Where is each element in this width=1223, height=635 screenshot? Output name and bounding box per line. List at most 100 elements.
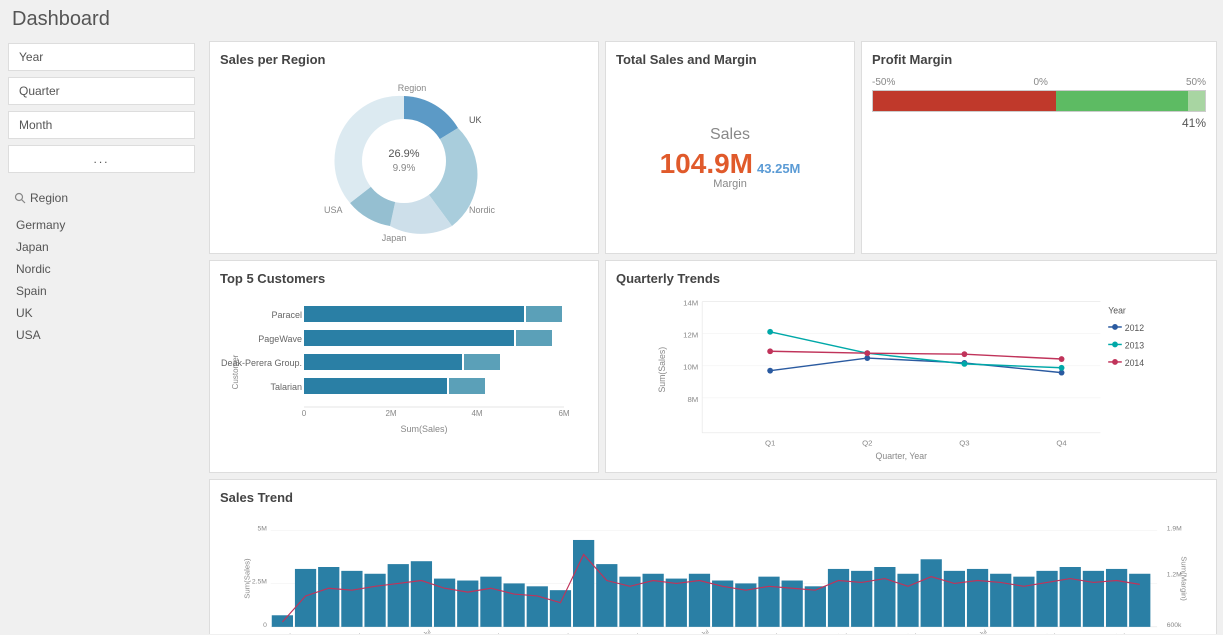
svg-text:5M: 5M (258, 525, 268, 532)
region-list: Germany Japan Nordic Spain UK USA (8, 215, 195, 345)
svg-text:6M: 6M (558, 409, 569, 418)
margin-label: Margin (713, 178, 747, 190)
profit-margin-card: Profit Margin -50% 0% 50% 41% (861, 41, 1217, 254)
dashboard-title: Dashboard (0, 0, 1223, 35)
profit-margin-title: Profit Margin (872, 52, 1206, 67)
top5-customers-card: Top 5 Customers Customer Paracel PageWav (209, 260, 599, 473)
svg-text:8M: 8M (687, 395, 698, 404)
svg-text:2.5M: 2.5M (252, 578, 267, 585)
bar-chart-svg: Customer Paracel PageWave Deak-Per (220, 292, 588, 452)
svg-text:Year: Year (1108, 305, 1126, 315)
profit-percent: 41% (872, 116, 1206, 130)
svg-text:Q2: Q2 (862, 438, 872, 447)
scale-0: 0% (1033, 77, 1047, 88)
total-sales-title: Total Sales and Margin (616, 52, 844, 67)
svg-text:2014-Jul: 2014-Jul (966, 629, 988, 634)
svg-text:Sum(Sales): Sum(Sales) (400, 424, 447, 434)
svg-text:14M: 14M (683, 299, 698, 308)
svg-text:Deak-Perera Group.: Deak-Perera Group. (221, 358, 302, 368)
more-filters[interactable]: ... (8, 145, 195, 173)
svg-text:Sum(Sales): Sum(Sales) (243, 558, 252, 599)
content-area: Sales per Region (203, 35, 1223, 634)
region-spain[interactable]: Spain (8, 281, 195, 301)
svg-text:2014-...: 2014-... (1037, 630, 1057, 634)
bottom-row: Sales Trend 5M 2.5M 0 Sum(Sales) 1.9M 1.… (209, 479, 1217, 634)
svg-text:Q1: Q1 (765, 438, 775, 447)
svg-text:4M: 4M (471, 409, 482, 418)
svg-text:26.9%: 26.9% (388, 148, 419, 160)
search-icon (14, 192, 26, 204)
margin-value: 43.25M (757, 161, 800, 176)
month-filter[interactable]: Month (8, 111, 195, 139)
region-section: Region Germany Japan Nordic Spain UK USA (8, 187, 195, 345)
region-nordic[interactable]: Nordic (8, 259, 195, 279)
svg-text:2013-...: 2013-... (619, 630, 639, 634)
svg-text:Q4: Q4 (1056, 438, 1067, 447)
profit-bar-light (1188, 91, 1205, 111)
quarterly-title: Quarterly Trends (616, 271, 1206, 286)
svg-text:Nordic: Nordic (469, 205, 496, 215)
svg-text:Q3: Q3 (959, 438, 969, 447)
svg-text:1.9M: 1.9M (1167, 525, 1182, 532)
svg-text:2014-...: 2014-... (898, 630, 918, 634)
region-germany[interactable]: Germany (8, 215, 195, 235)
svg-text:0: 0 (263, 622, 267, 629)
trend-svg: 5M 2.5M 0 Sum(Sales) 1.9M 1.2M 600k Sum(… (220, 511, 1206, 634)
svg-text:600k: 600k (1167, 622, 1182, 629)
year-filter[interactable]: Year (8, 43, 195, 71)
svg-text:2012-...: 2012-... (341, 630, 361, 634)
top-row: Sales per Region (209, 41, 1217, 254)
sales-trend-card: Sales Trend 5M 2.5M 0 Sum(Sales) 1.9M 1.… (209, 479, 1217, 634)
region-japan[interactable]: Japan (8, 237, 195, 257)
bar-chart-area: Customer Paracel PageWave Deak-Per (220, 292, 588, 452)
sales-per-region-card: Sales per Region (209, 41, 599, 254)
profit-bar-green (1056, 91, 1189, 111)
region-search[interactable]: Region (8, 187, 195, 209)
svg-text:Japan: Japan (382, 233, 407, 243)
sidebar: Year Quarter Month ... Region Germany Ja… (0, 35, 203, 634)
svg-text:12M: 12M (683, 331, 698, 340)
svg-text:2012-...: 2012-... (480, 630, 500, 634)
scale-pos50: 50% (1186, 77, 1206, 88)
quarterly-trends-card: Quarterly Trends 14M 12M 10M (605, 260, 1217, 473)
svg-text:UK: UK (469, 115, 482, 125)
profit-bar-scale: -50% 0% 50% (872, 77, 1206, 88)
svg-text:2013-...: 2013-... (759, 630, 779, 634)
sales-region-title: Sales per Region (220, 52, 588, 67)
svg-text:2014-...: 2014-... (1106, 630, 1126, 634)
quarterly-svg: 14M 12M 10M 8M Q1 Q2 Q3 Q4 Quarter, Year… (616, 292, 1206, 462)
total-sales-card: Total Sales and Margin Sales 104.9M 43.2… (605, 41, 855, 254)
scale-neg50: -50% (872, 77, 895, 88)
total-sales-content: Sales 104.9M 43.25M Margin (616, 73, 844, 243)
sales-values: 104.9M 43.25M (660, 148, 801, 180)
sales-value: 104.9M (660, 148, 753, 180)
donut-chart: 26.9% 9.9% Region UK Nordic Japan USA (220, 73, 588, 243)
svg-text:2013-...: 2013-... (550, 630, 570, 634)
region-usa[interactable]: USA (8, 325, 195, 345)
svg-text:2014-...: 2014-... (828, 630, 848, 634)
profit-bar-container: -50% 0% 50% 41% (872, 77, 1206, 130)
region-uk[interactable]: UK (8, 303, 195, 323)
mid-row: Top 5 Customers Customer Paracel PageWav (209, 260, 1217, 473)
profit-bar-track (872, 90, 1206, 112)
quarter-filter[interactable]: Quarter (8, 77, 195, 105)
svg-text:0: 0 (302, 409, 307, 418)
svg-text:2013: 2013 (1125, 340, 1145, 350)
svg-text:Sum(Margin): Sum(Margin) (1179, 556, 1188, 601)
svg-text:2014: 2014 (1125, 358, 1145, 368)
svg-text:2013-Jul: 2013-Jul (688, 629, 710, 634)
svg-text:2M: 2M (385, 409, 396, 418)
top5-title: Top 5 Customers (220, 271, 588, 286)
donut-svg: 26.9% 9.9% Region UK Nordic Japan USA (294, 73, 514, 243)
svg-text:2012-Jul: 2012-Jul (410, 629, 432, 634)
svg-text:2012: 2012 (1125, 323, 1145, 333)
profit-bar-red (873, 91, 1056, 111)
svg-text:Sum(Sales): Sum(Sales) (657, 347, 667, 393)
svg-text:9.9%: 9.9% (393, 163, 416, 174)
svg-text:PageWave: PageWave (258, 334, 302, 344)
svg-text:10M: 10M (683, 363, 698, 372)
svg-text:Quarter, Year: Quarter, Year (876, 451, 928, 461)
quarterly-area: 14M 12M 10M 8M Q1 Q2 Q3 Q4 Quarter, Year… (616, 292, 1206, 462)
svg-text:2012-...: 2012-... (272, 630, 292, 634)
svg-text:Talarian: Talarian (270, 382, 302, 392)
